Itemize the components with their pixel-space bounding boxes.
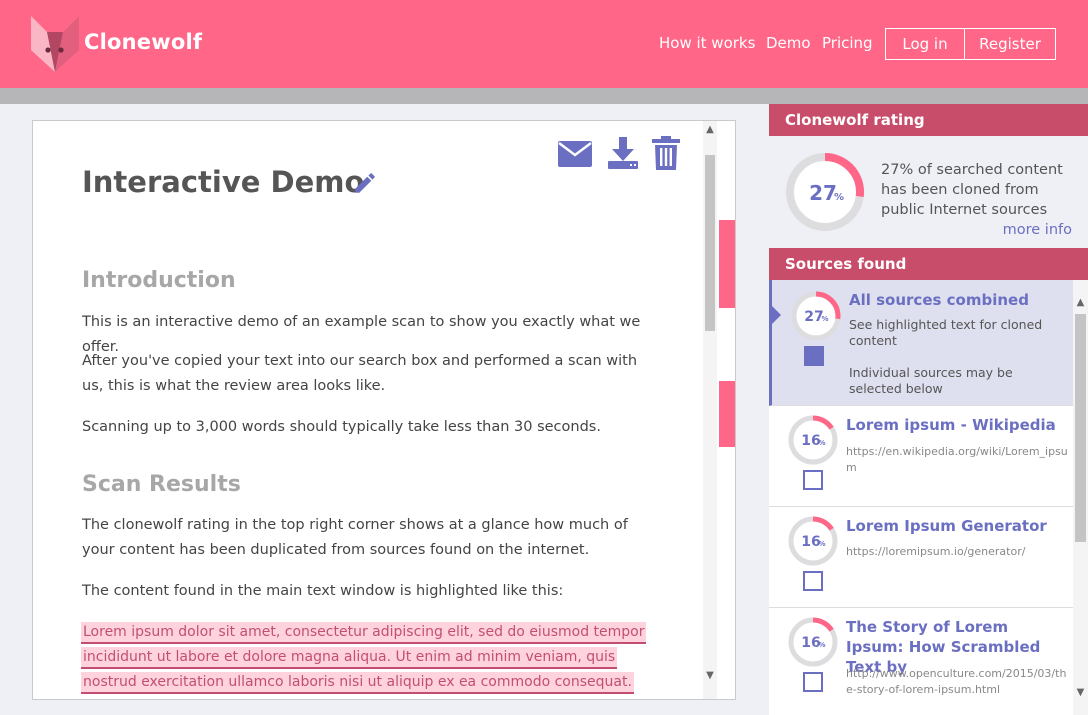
results-paragraph-2: The content found in the main text windo… — [82, 583, 564, 599]
source-description: Individual sources may be selected below — [849, 365, 1013, 396]
more-info-link[interactable]: more info — [1003, 222, 1072, 238]
document-scrollbar[interactable]: ▲ ▼ — [703, 121, 717, 699]
source-checkbox[interactable] — [803, 571, 823, 591]
results-paragraph-1: The clonewolf rating in the top right co… — [82, 517, 628, 558]
page-title: Interactive Demo — [82, 165, 365, 199]
source-donut: 27 % — [791, 291, 841, 341]
source-percent-sign: % — [818, 439, 825, 447]
source-item-wikipedia[interactable]: 16 % Lorem ipsum - Wikipedia https://en.… — [769, 406, 1073, 507]
highlighted-text-line[interactable]: incididunt ut labore et dolore magna ali… — [81, 647, 618, 669]
wolf-logo-icon[interactable] — [31, 16, 79, 72]
source-donut: 16 % — [788, 617, 838, 667]
scroll-down-arrow-icon[interactable]: ▼ — [1073, 686, 1088, 700]
source-percent-sign: % — [818, 641, 825, 649]
source-url[interactable]: https://loremipsum.io/generator/ — [846, 544, 1068, 560]
scroll-down-arrow-icon[interactable]: ▼ — [703, 669, 717, 683]
source-percent-sign: % — [821, 315, 828, 323]
document-panel: Interactive Demo Introduction This is an… — [32, 120, 736, 700]
source-donut: 16 % — [788, 415, 838, 465]
match-marker[interactable] — [719, 220, 735, 308]
sources-heading: Sources found — [769, 248, 1088, 280]
source-url[interactable]: http://www.openculture.com/2015/03/the-s… — [846, 666, 1068, 698]
source-url[interactable]: https://en.wikipedia.org/wiki/Lorem_ipsu… — [846, 444, 1068, 476]
source-title[interactable]: All sources combined — [849, 290, 1069, 310]
rating-description: 27% of searched content has been cloned … — [881, 162, 1063, 218]
top-header: Clonewolf How it works Demo Pricing Log … — [0, 0, 1088, 88]
rating-box: 27 % 27% of searched content has been cl… — [769, 136, 1088, 248]
rating-heading: Clonewolf rating — [769, 104, 1088, 136]
intro-paragraph-3: Scanning up to 3,000 words should typica… — [82, 419, 601, 435]
nav-how-it-works[interactable]: How it works — [659, 34, 755, 52]
source-item-openculture[interactable]: 16 % The Story of Lorem Ipsum: How Scram… — [769, 608, 1073, 715]
source-description: See highlighted text for cloned content — [849, 317, 1043, 348]
scrollbar-thumb[interactable] — [705, 155, 715, 331]
rating-percent-number: 27 — [809, 181, 837, 205]
trash-icon[interactable] — [652, 136, 680, 170]
source-checkbox[interactable] — [804, 346, 824, 366]
selected-source-pointer-icon — [772, 306, 781, 324]
source-title[interactable]: Lorem Ipsum Generator — [846, 516, 1066, 536]
source-checkbox[interactable] — [803, 470, 823, 490]
scroll-up-arrow-icon[interactable]: ▲ — [703, 123, 717, 137]
pencil-icon[interactable] — [352, 170, 378, 196]
download-icon[interactable] — [608, 137, 638, 169]
source-title[interactable]: Lorem ipsum - Wikipedia — [846, 415, 1066, 435]
register-button[interactable]: Register — [965, 28, 1056, 60]
source-checkbox[interactable] — [803, 672, 823, 692]
section-heading-introduction: Introduction — [82, 268, 236, 293]
highlighted-text-line[interactable]: Lorem ipsum dolor sit amet, consectetur … — [81, 622, 647, 644]
brand-name[interactable]: Clonewolf — [84, 30, 202, 54]
rating-donut: 27 % — [786, 153, 864, 231]
source-percent-sign: % — [818, 540, 825, 548]
intro-paragraph-2: After you've copied your text into our s… — [82, 353, 638, 394]
sources-list: 27 % All sources combined See highlighte… — [769, 280, 1073, 715]
envelope-icon[interactable] — [558, 141, 592, 167]
nav-demo[interactable]: Demo — [766, 34, 811, 52]
sources-scrollbar[interactable]: ▲ ▼ — [1073, 280, 1088, 715]
source-item-all-combined[interactable]: 27 % All sources combined See highlighte… — [769, 280, 1073, 406]
nav-pricing[interactable]: Pricing — [822, 34, 873, 52]
rating-percent-sign: % — [834, 192, 844, 203]
highlighted-text-line[interactable]: nostrud exercitation ullamco laboris nis… — [81, 672, 634, 694]
source-item-generator[interactable]: 16 % Lorem Ipsum Generator https://lorem… — [769, 507, 1073, 608]
match-marker[interactable] — [719, 381, 735, 447]
scrollbar-thumb[interactable] — [1075, 314, 1086, 542]
scroll-up-arrow-icon[interactable]: ▲ — [1073, 296, 1088, 310]
section-heading-scan-results: Scan Results — [82, 472, 241, 497]
login-button[interactable]: Log in — [885, 28, 965, 60]
header-divider — [0, 88, 1088, 104]
source-donut: 16 % — [788, 516, 838, 566]
